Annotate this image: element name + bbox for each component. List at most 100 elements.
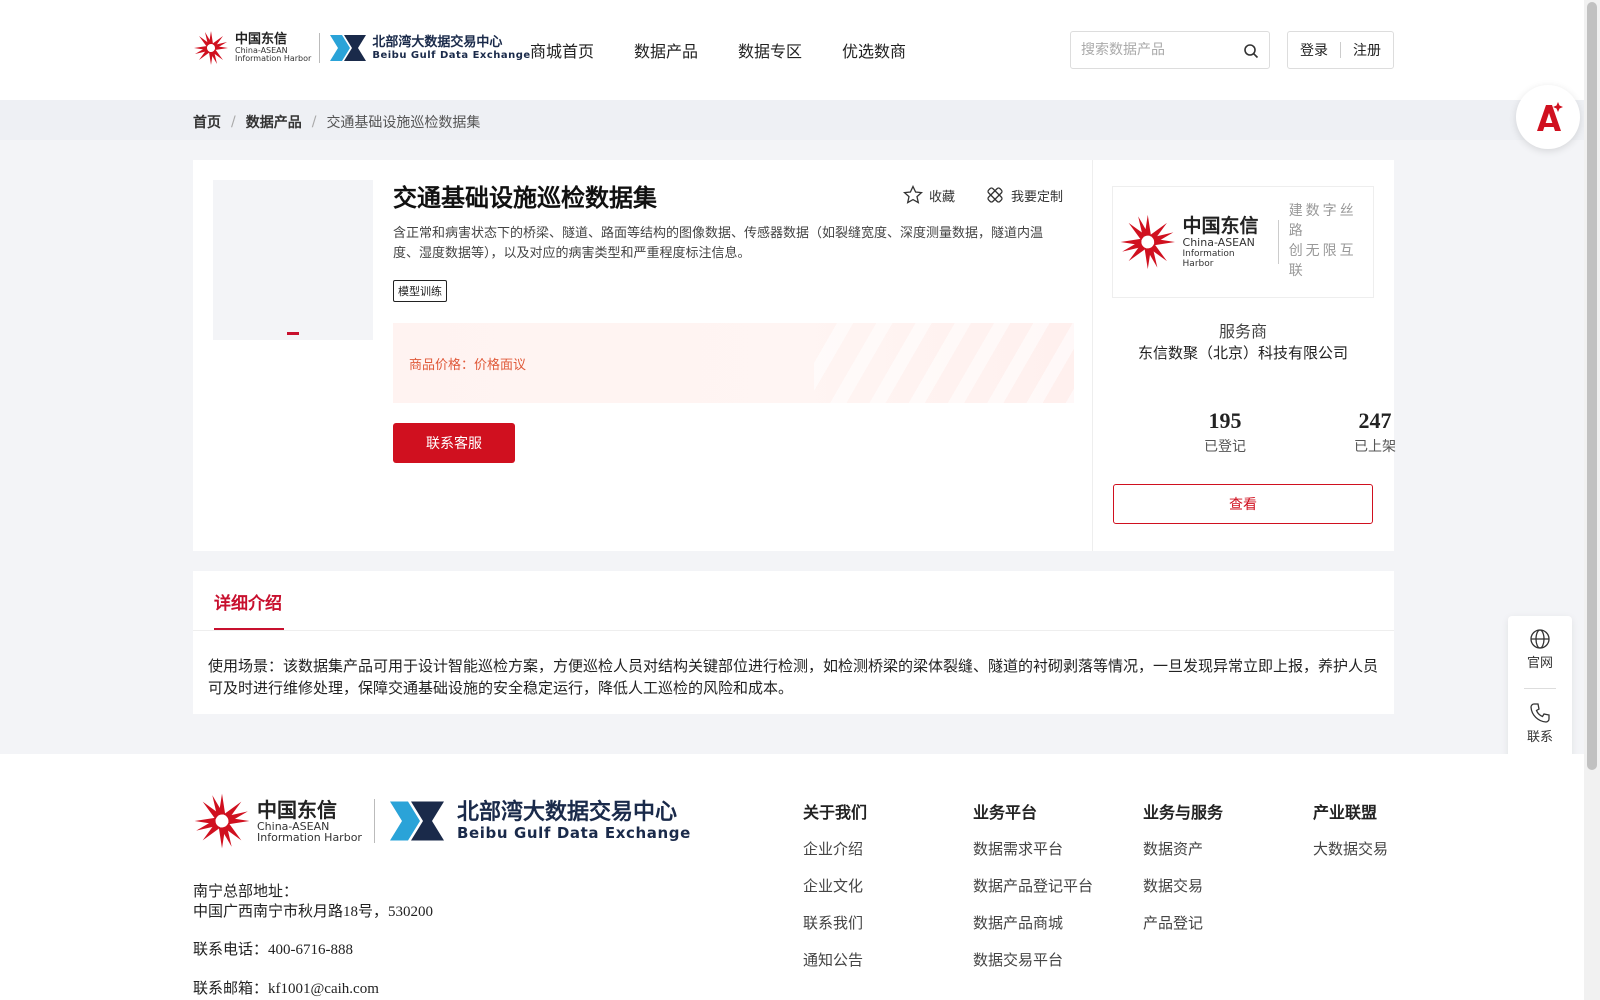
- stat-registered: 195 已登记: [1170, 408, 1280, 456]
- footer-col-title: 业务与服务: [1143, 803, 1224, 822]
- vendor-slogan-1: 建数字丝路: [1288, 204, 1357, 239]
- product-tag: 模型训练: [393, 280, 447, 302]
- side-contact[interactable]: 联系: [1508, 702, 1572, 745]
- phone-icon: [1530, 703, 1550, 723]
- footer-bx-cn: 北部湾大数据交易中心: [456, 800, 677, 825]
- beibu-gulf-mark-icon: [389, 801, 444, 841]
- product-actions: 收藏 我要定制: [903, 185, 1063, 205]
- view-vendor-button[interactable]: 查看: [1113, 484, 1373, 524]
- footer-link[interactable]: 数据产品商城: [973, 912, 1093, 933]
- favorite-label: 收藏: [929, 189, 956, 205]
- footer-link[interactable]: 产品登记: [1143, 912, 1223, 933]
- nav-mall-home[interactable]: 商城首页: [530, 38, 594, 62]
- side-divider: [1524, 688, 1556, 689]
- breadcrumb-home[interactable]: 首页: [193, 112, 221, 132]
- breadcrumb-category[interactable]: 数据产品: [246, 112, 302, 132]
- login-link[interactable]: 登录: [1300, 40, 1328, 60]
- globe-icon: [1530, 629, 1550, 649]
- vendor-logo-en-2: Information Harbor: [1182, 248, 1235, 269]
- china-asean-burst-icon: [194, 793, 250, 849]
- price-text: 商品价格：价格面议: [409, 354, 526, 373]
- footer-col-alliance: 产业联盟 大数据交易: [1313, 799, 1388, 875]
- footer-address-label: 南宁总部地址：: [193, 884, 299, 900]
- footer-logo-divider: [373, 799, 375, 843]
- vendor-label: 服务商: [1218, 322, 1267, 341]
- breadcrumb: 首页 / 数据产品 / 交通基础设施巡检数据集: [0, 100, 1584, 140]
- page-scrollbar[interactable]: [1584, 0, 1600, 1000]
- customize-button[interactable]: 我要定制: [985, 185, 1063, 205]
- footer-link[interactable]: 企业文化: [803, 875, 867, 896]
- footer-col-title: 业务平台: [973, 803, 1038, 822]
- footer-link[interactable]: 大数据交易: [1313, 838, 1388, 859]
- side-official-site[interactable]: 官网: [1508, 628, 1572, 671]
- side-float-panel: 官网 联系: [1508, 616, 1572, 761]
- contact-service-button[interactable]: 联系客服: [393, 423, 515, 463]
- footer-link[interactable]: 数据产品登记平台: [973, 875, 1093, 896]
- footer-address: 南宁总部地址： 中国广西南宁市秋月路18号，530200: [193, 882, 433, 922]
- footer-link[interactable]: 数据交易平台: [973, 949, 1093, 970]
- footer-bx-en: Beibu Gulf Data Exchange: [456, 824, 691, 842]
- ai-assistant-icon: [1537, 102, 1563, 131]
- price-box-decoration: [814, 323, 1074, 403]
- vendor-logo[interactable]: 中国东信 China-ASEAN Information Harbor 建数字丝…: [1112, 186, 1374, 298]
- nav-preferred-vendors[interactable]: 优选数商: [842, 38, 906, 62]
- site-logo[interactable]: 中国东信 China-ASEAN Information Harbor 北部湾大…: [193, 30, 531, 66]
- nav-data-products[interactable]: 数据产品: [634, 38, 698, 62]
- price-label: 商品价格：: [409, 358, 475, 373]
- detail-section: 详细介绍 使用场景：该数据集产品可用于设计智能巡检方案，方便巡检人员对结构关键部…: [193, 571, 1394, 714]
- search-box: [1070, 31, 1270, 69]
- footer-logo-cn: 中国东信: [257, 798, 337, 822]
- footer-link[interactable]: 数据交易: [1143, 875, 1223, 896]
- product-title: 交通基础设施巡检数据集: [393, 184, 657, 212]
- product-card: 交通基础设施巡检数据集 收藏 我要定制 含正常和病害状态下的桥梁、隧道、路面等结…: [193, 160, 1396, 551]
- customize-icon: [987, 187, 1003, 203]
- product-thumbnail[interactable]: [213, 180, 373, 340]
- product-description: 含正常和病害状态下的桥梁、隧道、路面等结构的图像数据、传感器数据（如裂缝宽度、深…: [393, 226, 1044, 261]
- footer-address-value: 中国广西南宁市秋月路18号，530200: [193, 904, 434, 920]
- stat-listed-count: 247: [1358, 408, 1392, 433]
- footer-col-title: 关于我们: [803, 803, 868, 822]
- search-input[interactable]: [1081, 42, 1241, 58]
- vendor-logo-divider: [1277, 220, 1279, 264]
- footer-link[interactable]: 联系我们: [803, 912, 867, 933]
- logo-cn-text: 中国东信: [235, 32, 288, 47]
- footer-link[interactable]: 通知公告: [803, 949, 867, 970]
- logo-divider: [319, 33, 321, 63]
- favorite-button[interactable]: 收藏: [903, 185, 955, 205]
- scrollbar-thumb[interactable]: [1587, 2, 1597, 770]
- price-box: 商品价格：价格面议: [393, 323, 1074, 403]
- ai-assistant-button[interactable]: [1516, 85, 1580, 149]
- beibu-gulf-mark-icon: [330, 35, 367, 61]
- footer-link[interactable]: 数据需求平台: [973, 838, 1093, 859]
- footer-link[interactable]: 企业介绍: [803, 838, 867, 859]
- stat-listed-label: 已上架: [1354, 439, 1396, 455]
- auth-divider: [1340, 42, 1341, 58]
- detail-text: 使用场景：该数据集产品可用于设计智能巡检方案，方便巡检人员对结构关键部位进行检测…: [208, 657, 1379, 697]
- stat-registered-label: 已登记: [1204, 439, 1246, 455]
- bx-en-text: Beibu Gulf Data Exchange: [372, 50, 531, 61]
- register-link[interactable]: 注册: [1353, 40, 1381, 60]
- main-nav: 商城首页 数据产品 数据专区 优选数商: [530, 38, 906, 62]
- footer-phone: 联系电话：400-6716-888: [193, 942, 353, 958]
- stat-listed: 247 已上架: [1320, 408, 1430, 456]
- side-official-label: 官网: [1526, 656, 1553, 671]
- auth-group: 登录 注册: [1287, 31, 1394, 69]
- vendor-logo-cn: 中国东信: [1182, 214, 1259, 237]
- site-footer: 中国东信 China-ASEAN Information Harbor 北部湾大…: [0, 754, 1584, 1000]
- stat-registered-count: 195: [1208, 408, 1242, 433]
- vendor-slogan-2: 创无限互联: [1288, 244, 1357, 279]
- footer-logo-en-2: Information Harbor: [257, 831, 362, 844]
- footer-col-platform: 业务平台 数据需求平台 数据产品登记平台 数据产品商城 数据交易平台: [973, 799, 1093, 986]
- customize-label: 我要定制: [1011, 189, 1064, 205]
- tab-detail[interactable]: 详细介绍: [214, 589, 282, 614]
- footer-logo[interactable]: 中国东信 China-ASEAN Information Harbor 北部湾大…: [193, 792, 691, 850]
- search-icon[interactable]: [1243, 43, 1259, 59]
- nav-data-zone[interactable]: 数据专区: [738, 38, 802, 62]
- carousel-indicator[interactable]: [287, 332, 299, 335]
- breadcrumb-separator: /: [311, 114, 317, 130]
- card-divider: [1092, 160, 1093, 551]
- footer-link[interactable]: 数据资产: [1143, 838, 1223, 859]
- bx-cn-text: 北部湾大数据交易中心: [372, 35, 503, 50]
- footer-col-about: 关于我们 企业介绍 企业文化 联系我们 通知公告: [803, 799, 867, 986]
- site-header: 中国东信 China-ASEAN Information Harbor 北部湾大…: [0, 0, 1584, 100]
